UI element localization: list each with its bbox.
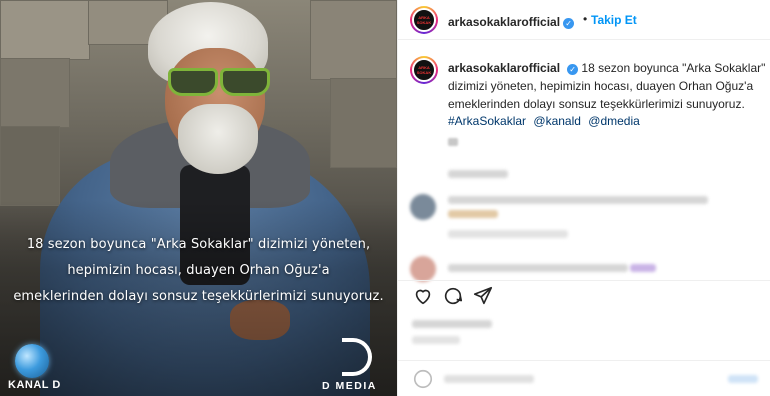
- overlay-line: emeklerinden dolayı sonsuz teşekkürlerim…: [13, 289, 384, 304]
- comment-icon[interactable]: [442, 285, 464, 307]
- d-media-logo: D MEDIA: [320, 338, 392, 394]
- comment-emoji-blurred: [630, 264, 656, 272]
- emoji-icon[interactable]: [412, 368, 434, 390]
- comment-text-blurred: [448, 264, 628, 272]
- heart-icon[interactable]: [412, 285, 434, 307]
- caption-hashtags: #ArkaSokaklar @kanald @dmedia: [448, 114, 644, 128]
- d-media-mark-icon: [342, 338, 372, 376]
- comment-input-blurred[interactable]: [444, 375, 534, 383]
- post-caption: arkasokaklarofficial ✓ 18 sezon boyunca "…: [448, 59, 766, 113]
- post-panel: ARKA SOKAK arkasokaklarofficial ✓ • Takip …: [397, 0, 770, 396]
- separator-dot: •: [583, 12, 588, 26]
- verified-badge-icon: ✓: [567, 64, 579, 75]
- background-stone: [310, 0, 397, 80]
- comment-avatar[interactable]: [410, 194, 436, 220]
- background-stone: [0, 58, 70, 128]
- comment-composer: [398, 360, 770, 396]
- post-comment-button-blurred[interactable]: [728, 375, 758, 383]
- kanal-d-logo: KANAL D: [8, 342, 78, 392]
- post-image[interactable]: 18 sezon boyunca "Arka Sokaklar" dizimiz…: [0, 0, 397, 396]
- mention-link[interactable]: @kanald: [533, 114, 581, 128]
- comment-meta-blurred: [448, 230, 568, 238]
- background-stone: [0, 0, 90, 60]
- caption-username[interactable]: arkasokaklarofficial: [448, 61, 560, 75]
- background-stone: [0, 126, 60, 206]
- likes-count-blurred: [412, 320, 492, 328]
- image-overlay-text: 18 sezon boyunca "Arka Sokaklar" dizimiz…: [6, 232, 391, 310]
- post-header: ARKA SOKAK arkasokaklarofficial ✓ • Takip …: [398, 0, 770, 40]
- divider: [398, 280, 770, 281]
- caption-timestamp-blurred: [448, 138, 458, 146]
- account-username[interactable]: arkasokaklarofficial: [448, 15, 560, 29]
- header-account: arkasokaklarofficial ✓: [448, 13, 575, 31]
- verified-badge-icon: ✓: [563, 18, 575, 29]
- overlay-line: 18 sezon boyunca "Arka Sokaklar" dizimiz…: [26, 237, 371, 252]
- caption-avatar[interactable]: ARKA SOKAK: [410, 56, 438, 84]
- hashtag-link[interactable]: #ArkaSokaklar: [448, 114, 526, 128]
- share-icon[interactable]: [472, 285, 494, 307]
- person-beard: [178, 104, 258, 174]
- background-stone: [330, 78, 397, 168]
- blurred-text: [448, 170, 508, 178]
- follow-button[interactable]: Takip Et: [591, 13, 637, 27]
- person-sunglasses: [168, 68, 270, 96]
- comment-text-blurred: [448, 196, 708, 204]
- kanal-d-mark-icon: [15, 344, 49, 378]
- post-date-blurred: [412, 336, 460, 344]
- comment-avatar[interactable]: [410, 256, 436, 282]
- mention-link[interactable]: @dmedia: [588, 114, 640, 128]
- d-media-logo-text: D MEDIA: [322, 380, 377, 392]
- kanal-d-logo-text: KANAL D: [8, 379, 61, 391]
- account-avatar[interactable]: ARKA SOKAK: [410, 6, 438, 34]
- comment-text-blurred: [448, 210, 498, 218]
- overlay-line: hepimizin hocası, duayen Orhan Oğuz'a: [67, 263, 330, 278]
